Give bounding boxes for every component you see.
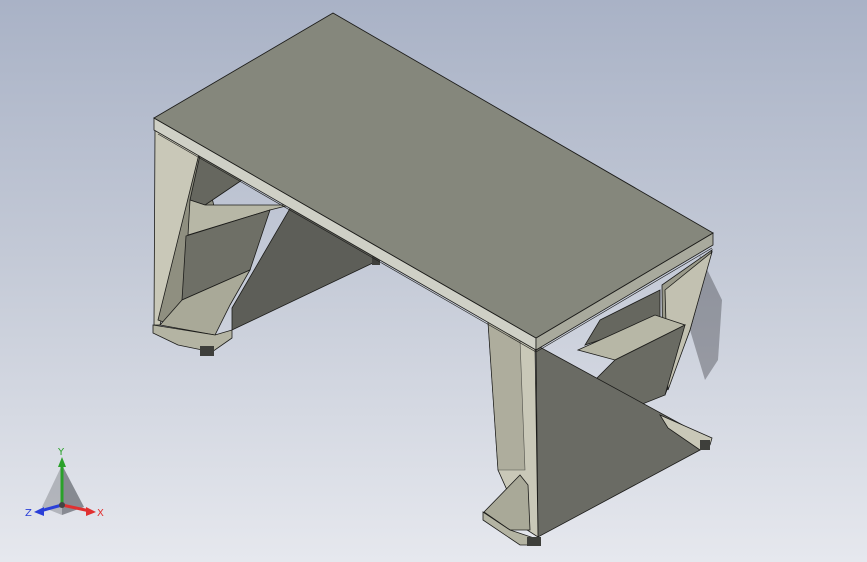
table-model[interactable] bbox=[0, 0, 867, 562]
axis-triad[interactable]: Y X Z bbox=[22, 445, 112, 530]
triad-origin bbox=[59, 502, 65, 508]
x-axis-arrow bbox=[86, 507, 96, 516]
z-axis-arrow bbox=[34, 507, 44, 516]
y-axis-label: Y bbox=[57, 447, 65, 458]
right-leg-foot-back bbox=[700, 440, 710, 450]
x-axis-label: X bbox=[97, 508, 104, 519]
graphics-viewport[interactable]: Y X Z bbox=[0, 0, 867, 562]
left-leg-foot-front bbox=[200, 346, 214, 356]
right-leg-outer-shade bbox=[487, 321, 526, 471]
y-axis-arrow bbox=[58, 457, 66, 467]
right-leg-foot-front bbox=[527, 537, 541, 546]
z-axis-label: Z bbox=[25, 508, 32, 519]
